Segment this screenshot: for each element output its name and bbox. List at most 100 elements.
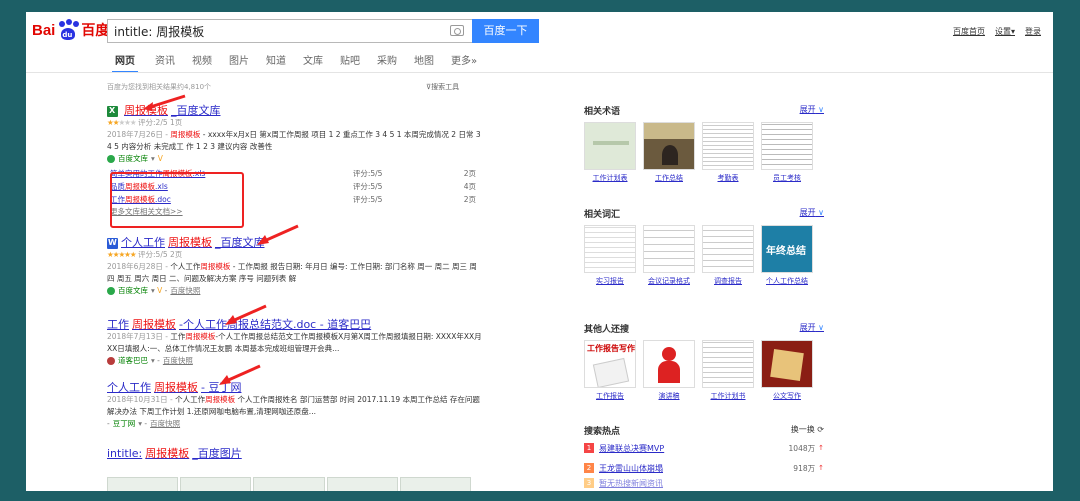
- tab-map[interactable]: 地图: [414, 52, 434, 73]
- result-source: - 豆丁网 ▾ - 百度快照: [107, 418, 181, 430]
- annotation-arrow-icon: [257, 224, 299, 245]
- doc88-icon: [107, 357, 115, 365]
- search-button[interactable]: 百度一下: [472, 19, 539, 43]
- search-box: [107, 19, 472, 43]
- image-thumb[interactable]: [180, 477, 252, 491]
- snapshot-link[interactable]: 百度快照: [163, 355, 193, 367]
- result-source: 百度文库 ▾ V: [107, 153, 482, 165]
- trend-up-icon: ↑: [818, 444, 824, 452]
- result-source: 百度文库 ▾ V - 百度快照: [107, 285, 482, 297]
- thumbnail: 年终总结: [761, 225, 813, 273]
- related-card[interactable]: 公文写作: [761, 340, 813, 401]
- image-thumb[interactable]: [107, 477, 179, 491]
- star-rating-icon: ★★★★★: [107, 118, 137, 127]
- trend-up-icon: ↑: [818, 464, 824, 472]
- expand-button[interactable]: 展开: [800, 322, 824, 336]
- search-tools[interactable]: ⊽搜索工具: [426, 82, 459, 92]
- wenku-icon: [107, 287, 115, 295]
- image-result-strip[interactable]: [107, 477, 472, 491]
- result-snippet: 2018年7月26日 - 周报模板 - xxxx年x月x日 第x周工作周报 项目…: [107, 130, 481, 151]
- result-rating: ★★★★★ 评分:5/5 2页: [107, 250, 183, 259]
- tab-more[interactable]: 更多»: [451, 52, 477, 73]
- related-card[interactable]: 工作总结: [643, 122, 695, 183]
- related-card[interactable]: 工作计划表: [584, 122, 636, 183]
- tab-purchase[interactable]: 采购: [377, 52, 397, 73]
- search-result: 工作 周报模板 -个人工作周报总结范文.doc - 道客巴巴 2018年7月13日 …: [107, 319, 482, 367]
- thumbnail: [643, 340, 695, 388]
- expand-button[interactable]: 展开: [800, 104, 824, 118]
- related-card[interactable]: 工作报告写作 工作报告: [584, 340, 636, 401]
- tab-web[interactable]: 网页: [112, 52, 138, 73]
- annotation-box: [110, 172, 244, 228]
- expand-button[interactable]: 展开: [800, 207, 824, 221]
- result-title[interactable]: intitle: 周报模板 _百度图片: [107, 448, 482, 460]
- thumbnail: [584, 225, 636, 273]
- image-thumb[interactable]: [253, 477, 325, 491]
- related-card[interactable]: 实习报告: [584, 225, 636, 286]
- annotation-arrow-icon: [219, 364, 261, 385]
- tab-zhidao[interactable]: 知道: [266, 52, 286, 73]
- result-snippet: 2018年7月13日 - 工作周报模板-个人工作周报总结范文工作周报模板X月第X…: [107, 332, 482, 353]
- tab-images[interactable]: 图片: [229, 52, 249, 73]
- result-snippet: 2018年6月28日 - 个人工作周报模板 - 工作周报 报告日期: 年月日 编…: [107, 262, 477, 283]
- others-searched-panel: 其他人还搜展开 工作报告写作 工作报告 演讲稿 工作计划书 公文写作: [584, 322, 824, 401]
- home-link[interactable]: 百度首页: [953, 26, 985, 37]
- result-source: 道客巴巴 ▾ - 百度快照: [107, 355, 482, 367]
- tab-news[interactable]: 资讯: [155, 52, 175, 73]
- related-card[interactable]: 员工考核: [761, 122, 813, 183]
- result-title[interactable]: 工作 周报模板 -个人工作周报总结范文.doc - 道客巴巴: [107, 319, 482, 331]
- camera-icon[interactable]: [450, 25, 464, 36]
- tab-tieba[interactable]: 贴吧: [340, 52, 360, 73]
- list-item[interactable]: 1 易建联总决赛MVP 1048万 ↑: [584, 438, 824, 458]
- thumbnail: [643, 122, 695, 170]
- paw-icon: du: [56, 19, 80, 41]
- settings-link[interactable]: 设置▾: [995, 26, 1015, 37]
- refresh-button[interactable]: 换一换 ⟳: [791, 424, 824, 438]
- word-icon: [107, 237, 118, 249]
- related-terms-panel: 相关术语展开 工作计划表 工作总结 考勤表 员工考核: [584, 104, 824, 183]
- annotation-arrow-icon: [143, 94, 186, 111]
- related-card[interactable]: 调查报告: [702, 225, 754, 286]
- tab-divider: [26, 72, 1053, 73]
- search-result: 个人工作 周报模板 - 豆丁网 2018年10月31日 - 个人工作周报模板 个人…: [107, 382, 482, 430]
- related-card[interactable]: 会议记录格式: [643, 225, 695, 286]
- thumbnail: [584, 122, 636, 170]
- search-result: intitle: 周报模板 _百度图片: [107, 448, 482, 460]
- list-item[interactable]: 3 暂无热搜新闻资讯: [584, 478, 824, 488]
- thumbnail: [761, 340, 813, 388]
- related-card[interactable]: 演讲稿: [643, 340, 695, 401]
- search-input[interactable]: [108, 20, 438, 42]
- thumbnail: [702, 225, 754, 273]
- refresh-icon: ⟳: [817, 425, 824, 434]
- result-snippet: 2018年10月31日 - 个人工作周报模板 个人工作周报姓名 部门运营部 时间…: [107, 395, 480, 416]
- result-title[interactable]: 个人工作 周报模板 - 豆丁网: [107, 382, 482, 394]
- tab-wenku[interactable]: 文库: [303, 52, 323, 73]
- related-words-panel: 相关词汇展开 实习报告 会议记录格式 调查报告 年终总结 个人工作总结: [584, 207, 824, 286]
- related-card[interactable]: 年终总结 个人工作总结: [761, 225, 813, 286]
- browser-page: Bai du 百度 百度一下 百度首页 设置▾ 登录 网页 资讯 视频 图片 知…: [26, 12, 1053, 491]
- wenku-icon: [107, 155, 115, 163]
- thumbnail: [702, 340, 754, 388]
- list-item[interactable]: 2 王龙雷山山体崩塌 918万 ↑: [584, 458, 824, 478]
- search-tabs: 网页 资讯 视频 图片 知道 文库 贴吧 采购 地图 更多»: [112, 52, 494, 73]
- thumbnail: [643, 225, 695, 273]
- excel-icon: [107, 105, 118, 117]
- related-card[interactable]: 考勤表: [702, 122, 754, 183]
- image-thumb[interactable]: [326, 477, 398, 491]
- image-thumb[interactable]: [399, 477, 472, 491]
- tab-video[interactable]: 视频: [192, 52, 212, 73]
- result-rating: ★★★★★ 评分:2/5 1页: [107, 118, 183, 127]
- thumbnail: [761, 122, 813, 170]
- top-links: 百度首页 设置▾ 登录: [953, 26, 1041, 37]
- star-rating-icon: ★★★★★: [107, 250, 137, 259]
- result-count: 百度为您找到相关结果约4,810个: [107, 83, 212, 91]
- related-card[interactable]: 工作计划书: [702, 340, 754, 401]
- snapshot-link[interactable]: 百度快照: [150, 418, 180, 430]
- login-link[interactable]: 登录: [1025, 26, 1041, 37]
- baidu-logo[interactable]: Bai du 百度: [32, 16, 109, 44]
- annotation-arrow-icon: [225, 304, 267, 325]
- hot-search-panel: 搜索热点 换一换 ⟳ 1 易建联总决赛MVP 1048万 ↑ 2 王龙雷山山体崩塌 918万…: [584, 424, 824, 488]
- thumbnail: 工作报告写作: [584, 340, 636, 388]
- snapshot-link[interactable]: 百度快照: [170, 285, 200, 297]
- thumbnail: [702, 122, 754, 170]
